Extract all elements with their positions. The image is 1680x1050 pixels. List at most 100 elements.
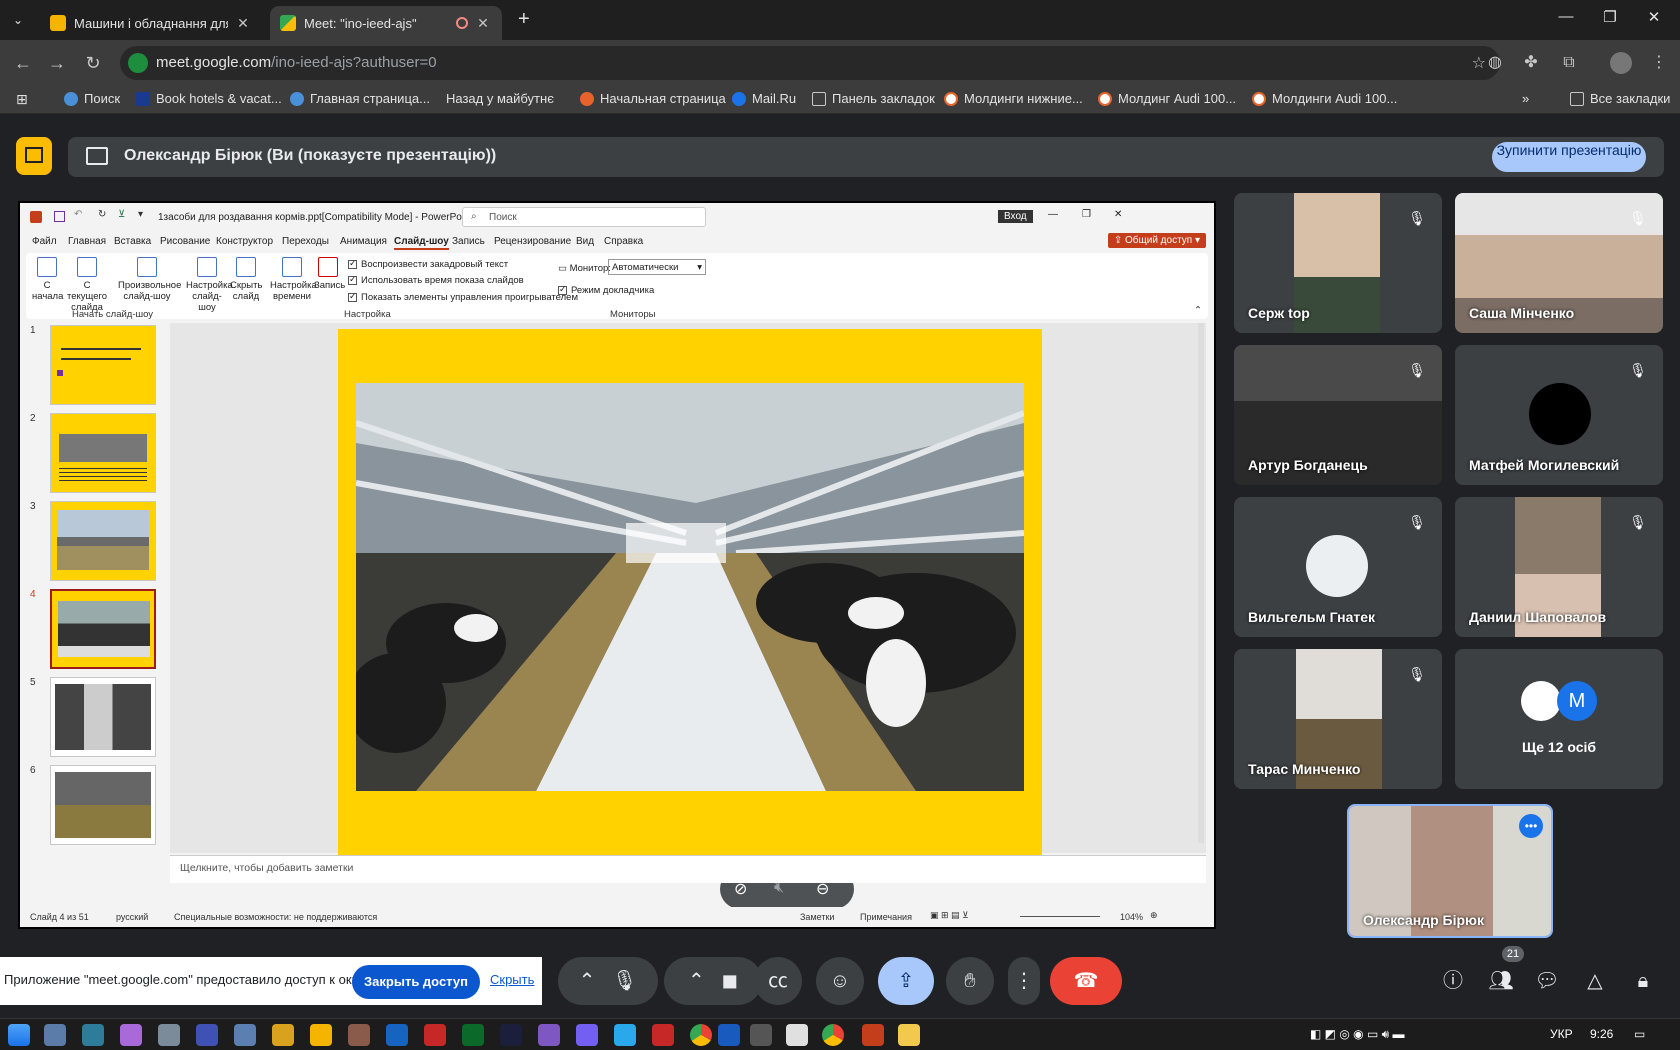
video-options-button[interactable]: ⌃ ◼︎ xyxy=(664,957,762,1005)
more-participants-tile[interactable]: M Ще 12 осіб xyxy=(1455,649,1663,789)
taskbar-app-icon[interactable] xyxy=(120,1024,142,1046)
bookmark-item[interactable]: Mail.Ru xyxy=(732,91,796,106)
pp-search-box[interactable]: ⌕ Поиск xyxy=(462,207,706,227)
fit-slide-icon[interactable]: ⊕ xyxy=(1150,910,1158,921)
taskbar-app-icon[interactable] xyxy=(196,1024,218,1046)
slide-thumbnail[interactable] xyxy=(50,325,156,405)
undo-icon[interactable]: ↶ xyxy=(74,209,82,220)
close-window-icon[interactable]: ✕ xyxy=(1634,8,1674,32)
present-icon[interactable]: ⊻ xyxy=(118,209,125,220)
taskbar-app-icon[interactable] xyxy=(538,1024,560,1046)
hide-link[interactable]: Скрыть xyxy=(490,972,534,987)
all-bookmarks-folder[interactable]: Все закладки xyxy=(1570,91,1670,106)
back-icon[interactable]: ← xyxy=(10,50,36,76)
browser-tab-meet[interactable]: Meet: "ino-ieed-ajs" ✕ xyxy=(270,6,502,40)
collapse-ribbon-icon[interactable]: ⌃ xyxy=(1194,305,1202,316)
pp-restore-icon[interactable]: ❐ xyxy=(1082,209,1091,220)
pp-tab-selected[interactable]: Слайд-шоу xyxy=(394,236,449,250)
present-button[interactable]: ⇪ xyxy=(878,957,934,1005)
record-button[interactable]: Запись xyxy=(314,257,345,291)
taskbar-app-icon[interactable] xyxy=(386,1024,408,1046)
pp-minimize-icon[interactable]: — xyxy=(1048,209,1058,220)
pp-tab[interactable]: Вставка xyxy=(114,236,151,247)
accessibility-status[interactable]: Специальные возможности: не поддерживают… xyxy=(174,912,377,922)
bookmark-item[interactable]: Book hotels & vacat... xyxy=(136,91,282,106)
address-bar[interactable]: meet.google.com/ino-ieed-ajs?authuser=0 … xyxy=(120,46,1500,80)
taskbar-app-icon[interactable] xyxy=(44,1024,66,1046)
stop-presenting-button[interactable]: Зупинити презентацію xyxy=(1492,142,1646,172)
close-tab-icon[interactable]: ✕ xyxy=(234,15,252,32)
slide-thumbnail[interactable] xyxy=(50,765,156,845)
zoom-level[interactable]: 104% xyxy=(1120,912,1143,922)
save-icon[interactable] xyxy=(54,211,65,222)
start-icon[interactable] xyxy=(8,1024,30,1046)
word-taskbar-icon[interactable] xyxy=(718,1024,740,1046)
taskbar-app-icon[interactable] xyxy=(462,1024,484,1046)
customize-qat-icon[interactable]: ▾ xyxy=(138,209,143,220)
taskbar-app-icon[interactable] xyxy=(424,1024,446,1046)
extensions-icon[interactable]: ⧉ xyxy=(1558,52,1580,74)
pp-tab[interactable]: Рецензирование xyxy=(494,236,571,247)
explorer-taskbar-icon[interactable] xyxy=(898,1024,920,1046)
clock[interactable]: 9:26 xyxy=(1590,1027,1613,1041)
pp-tab[interactable]: Анимация xyxy=(340,236,387,247)
activities-icon[interactable]: △ xyxy=(1580,966,1610,996)
view-buttons[interactable]: ▣ ⊞ ▤ ⊻ xyxy=(930,910,969,921)
reactions-button[interactable]: ☺ xyxy=(816,957,864,1005)
chrome-taskbar-icon[interactable] xyxy=(822,1024,844,1046)
current-slide[interactable] xyxy=(338,329,1042,859)
self-view-tile[interactable]: ••• Олександр Бірюк xyxy=(1347,804,1553,938)
controls-checkbox[interactable]: Показать элементы управления проигрывате… xyxy=(348,291,578,303)
pp-tab[interactable]: Файл xyxy=(32,236,57,247)
captions-button[interactable]: ㏄ xyxy=(754,957,802,1005)
participant-tile[interactable]: 🎙︎ Серж top xyxy=(1234,193,1442,333)
more-options-icon[interactable]: ••• xyxy=(1519,814,1543,838)
new-tab-button[interactable]: + xyxy=(518,8,530,31)
restore-window-icon[interactable]: ❐ xyxy=(1590,8,1630,32)
close-access-button[interactable]: Закрыть доступ xyxy=(352,965,480,999)
bookmark-item[interactable]: Молдинги нижние... xyxy=(944,91,1083,106)
translate-icon[interactable]: ◍ xyxy=(1484,52,1506,74)
slide-thumbnail[interactable] xyxy=(50,413,156,493)
pp-tab[interactable]: Вид xyxy=(576,236,594,247)
taskbar-app-icon[interactable] xyxy=(158,1024,180,1046)
meeting-info-icon[interactable]: ⓘ xyxy=(1438,966,1468,996)
more-options-button[interactable]: ⋮ xyxy=(1008,957,1040,1005)
presenter-view-checkbox[interactable]: Режим докладчика xyxy=(558,284,654,296)
participant-tile[interactable]: 🎙︎ Вильгельм Гнатек xyxy=(1234,497,1442,637)
pp-tab[interactable]: Главная xyxy=(68,236,106,247)
bookmark-item[interactable]: Начальная страница xyxy=(580,91,726,106)
chrome-taskbar-icon[interactable] xyxy=(690,1024,712,1046)
taskbar-app-icon[interactable] xyxy=(614,1024,636,1046)
menu-icon[interactable]: ⋮ xyxy=(1648,52,1670,74)
minimize-window-icon[interactable]: — xyxy=(1546,8,1586,32)
vertical-scrollbar[interactable] xyxy=(1198,323,1204,843)
bookmark-item[interactable]: Молдинг Audi 100... xyxy=(1098,91,1236,106)
extension-color-icon[interactable]: ✤ xyxy=(1520,52,1542,74)
pp-tab[interactable]: Конструктор xyxy=(216,236,273,247)
raise-hand-button[interactable]: ✋︎ xyxy=(946,957,994,1005)
monitor-select[interactable]: Автоматически ▾ xyxy=(608,259,706,275)
close-tab-icon[interactable]: ✕ xyxy=(474,15,492,32)
chat-icon[interactable]: 💬︎ xyxy=(1532,966,1562,996)
pp-close-icon[interactable]: ✕ xyxy=(1114,209,1122,220)
profile-avatar[interactable] xyxy=(1610,52,1632,74)
taskbar-app-icon[interactable] xyxy=(652,1024,674,1046)
slide-thumbnail[interactable] xyxy=(50,677,156,757)
bookmark-item[interactable]: Поиск xyxy=(64,91,120,106)
audio-options-button[interactable]: ⌃ 🎙︎ xyxy=(558,957,658,1005)
notifications-icon[interactable]: ▭ xyxy=(1634,1027,1645,1041)
rehearse-timings-button[interactable]: Настройка времени xyxy=(270,257,317,302)
pp-tab[interactable]: Рисование xyxy=(160,236,210,247)
pp-tab[interactable]: Переходы xyxy=(282,236,329,247)
settings-taskbar-icon[interactable] xyxy=(750,1024,772,1046)
host-controls-icon[interactable]: 🔒︎ xyxy=(1628,966,1658,996)
reload-icon[interactable]: ↻ xyxy=(80,50,106,76)
bookmark-item[interactable]: Назад у майбутнє xyxy=(446,91,554,106)
taskbar-app-icon[interactable] xyxy=(310,1024,332,1046)
from-current-button[interactable]: С текущего слайда xyxy=(66,257,108,313)
setup-show-button[interactable]: Настройка слайд-шоу xyxy=(186,257,233,313)
participant-tile[interactable]: 🎙︎ Артур Богданець xyxy=(1234,345,1442,485)
taskbar-app-icon[interactable] xyxy=(348,1024,370,1046)
input-language[interactable]: УКР xyxy=(1550,1027,1573,1041)
